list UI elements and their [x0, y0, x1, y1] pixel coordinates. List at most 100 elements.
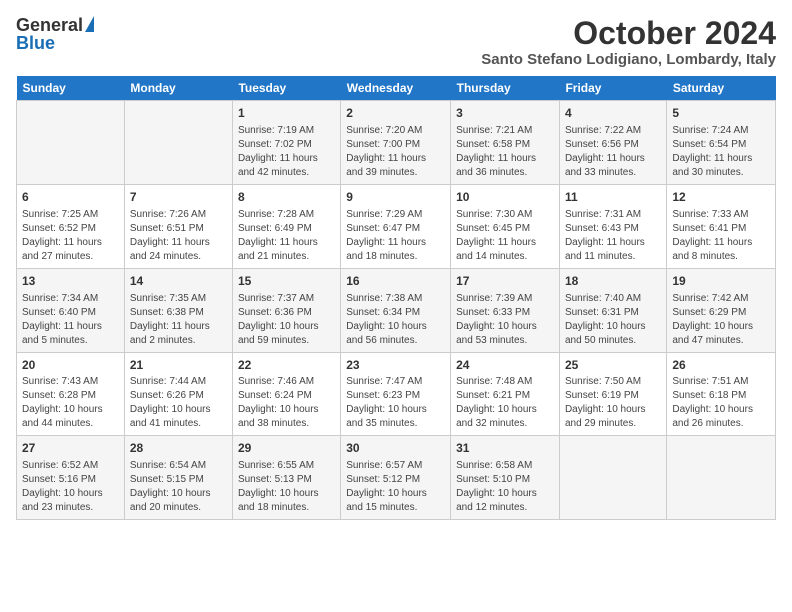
- day-number: 25: [565, 357, 661, 374]
- calendar-cell: 27Sunrise: 6:52 AM Sunset: 5:16 PM Dayli…: [17, 436, 125, 520]
- logo: General Blue: [16, 16, 94, 52]
- day-info: Sunrise: 7:19 AM Sunset: 7:02 PM Dayligh…: [238, 124, 335, 180]
- title-block: October 2024 Santo Stefano Lodigiano, Lo…: [481, 16, 776, 68]
- day-number: 30: [346, 440, 445, 457]
- day-info: Sunrise: 7:28 AM Sunset: 6:49 PM Dayligh…: [238, 208, 335, 264]
- day-info: Sunrise: 7:39 AM Sunset: 6:33 PM Dayligh…: [456, 292, 554, 348]
- day-number: 23: [346, 357, 445, 374]
- weekday-header-monday: Monday: [124, 76, 232, 101]
- calendar-cell: 15 Sunrise: 7:37 AM Sunset: 6:36 PM Dayli…: [232, 268, 340, 352]
- day-info: Sunrise: 6:55 AM Sunset: 5:13 PM Dayligh…: [238, 459, 335, 515]
- calendar-cell: [17, 101, 125, 185]
- calendar-cell: 29 Sunrise: 6:55 AM Sunset: 5:13 PM Dayli…: [232, 436, 340, 520]
- calendar-cell: 17 Sunrise: 7:39 AM Sunset: 6:33 PM Dayli…: [451, 268, 560, 352]
- day-info: Sunrise: 7:37 AM Sunset: 6:36 PM Dayligh…: [238, 292, 335, 348]
- day-number: 28: [130, 440, 227, 457]
- calendar-cell: 13 Sunrise: 7:34 AM Sunset: 6:40 PM Dayli…: [17, 268, 125, 352]
- day-info: Sunrise: 7:40 AM Sunset: 6:31 PM Dayligh…: [565, 292, 661, 348]
- calendar-cell: 20Sunrise: 7:43 AM Sunset: 6:28 PM Dayli…: [17, 352, 125, 436]
- day-number: 4: [565, 105, 661, 122]
- day-number: 7: [130, 189, 227, 206]
- day-number: 9: [346, 189, 445, 206]
- day-info: Sunrise: 7:21 AM Sunset: 6:58 PM Dayligh…: [456, 124, 554, 180]
- day-info: Sunrise: 7:38 AM Sunset: 6:34 PM Dayligh…: [346, 292, 445, 348]
- day-info: Sunrise: 7:26 AM Sunset: 6:51 PM Dayligh…: [130, 208, 227, 264]
- calendar-body: 1 Sunrise: 7:19 AM Sunset: 7:02 PM Daylig…: [17, 101, 776, 520]
- day-info: Sunrise: 7:34 AM Sunset: 6:40 PM Dayligh…: [22, 292, 119, 348]
- calendar-week-row: 27Sunrise: 6:52 AM Sunset: 5:16 PM Dayli…: [17, 436, 776, 520]
- day-info: Sunrise: 7:50 AM Sunset: 6:19 PM Dayligh…: [565, 375, 661, 431]
- calendar-cell: 21Sunrise: 7:44 AM Sunset: 6:26 PM Dayli…: [124, 352, 232, 436]
- calendar-cell: 24Sunrise: 7:48 AM Sunset: 6:21 PM Dayli…: [451, 352, 560, 436]
- day-info: Sunrise: 7:42 AM Sunset: 6:29 PM Dayligh…: [672, 292, 770, 348]
- weekday-header-thursday: Thursday: [451, 76, 560, 101]
- day-info: Sunrise: 7:24 AM Sunset: 6:54 PM Dayligh…: [672, 124, 770, 180]
- calendar-week-row: 13 Sunrise: 7:34 AM Sunset: 6:40 PM Dayli…: [17, 268, 776, 352]
- day-info: Sunrise: 7:22 AM Sunset: 6:56 PM Dayligh…: [565, 124, 661, 180]
- calendar-cell: [559, 436, 666, 520]
- day-number: 5: [672, 105, 770, 122]
- day-number: 27: [22, 440, 119, 457]
- day-number: 11: [565, 189, 661, 206]
- day-info: Sunrise: 7:20 AM Sunset: 7:00 PM Dayligh…: [346, 124, 445, 180]
- day-number: 16: [346, 273, 445, 290]
- day-number: 21: [130, 357, 227, 374]
- calendar-cell: 18 Sunrise: 7:40 AM Sunset: 6:31 PM Dayli…: [559, 268, 666, 352]
- day-number: 15: [238, 273, 335, 290]
- calendar-cell: 12 Sunrise: 7:33 AM Sunset: 6:41 PM Dayli…: [667, 184, 776, 268]
- calendar-week-row: 20Sunrise: 7:43 AM Sunset: 6:28 PM Dayli…: [17, 352, 776, 436]
- calendar-cell: 30 Sunrise: 6:57 AM Sunset: 5:12 PM Dayli…: [341, 436, 451, 520]
- weekday-header-row: SundayMondayTuesdayWednesdayThursdayFrid…: [17, 76, 776, 101]
- day-info: Sunrise: 7:33 AM Sunset: 6:41 PM Dayligh…: [672, 208, 770, 264]
- day-number: 13: [22, 273, 119, 290]
- day-number: 18: [565, 273, 661, 290]
- day-number: 12: [672, 189, 770, 206]
- day-info: Sunrise: 7:25 AM Sunset: 6:52 PM Dayligh…: [22, 208, 119, 264]
- calendar-cell: 7 Sunrise: 7:26 AM Sunset: 6:51 PM Daylig…: [124, 184, 232, 268]
- weekday-header-wednesday: Wednesday: [341, 76, 451, 101]
- calendar-cell: 14Sunrise: 7:35 AM Sunset: 6:38 PM Dayli…: [124, 268, 232, 352]
- day-number: 24: [456, 357, 554, 374]
- calendar-cell: 19 Sunrise: 7:42 AM Sunset: 6:29 PM Dayli…: [667, 268, 776, 352]
- calendar-week-row: 6 Sunrise: 7:25 AM Sunset: 6:52 PM Daylig…: [17, 184, 776, 268]
- weekday-header-tuesday: Tuesday: [232, 76, 340, 101]
- day-info: Sunrise: 7:48 AM Sunset: 6:21 PM Dayligh…: [456, 375, 554, 431]
- calendar-cell: 10Sunrise: 7:30 AM Sunset: 6:45 PM Dayli…: [451, 184, 560, 268]
- day-number: 1: [238, 105, 335, 122]
- calendar-cell: 9 Sunrise: 7:29 AM Sunset: 6:47 PM Daylig…: [341, 184, 451, 268]
- logo-blue-text: Blue: [16, 34, 55, 52]
- day-info: Sunrise: 7:46 AM Sunset: 6:24 PM Dayligh…: [238, 375, 335, 431]
- day-info: Sunrise: 6:58 AM Sunset: 5:10 PM Dayligh…: [456, 459, 554, 515]
- day-info: Sunrise: 6:54 AM Sunset: 5:15 PM Dayligh…: [130, 459, 227, 515]
- day-info: Sunrise: 7:47 AM Sunset: 6:23 PM Dayligh…: [346, 375, 445, 431]
- calendar-cell: 26Sunrise: 7:51 AM Sunset: 6:18 PM Dayli…: [667, 352, 776, 436]
- day-number: 26: [672, 357, 770, 374]
- day-info: Sunrise: 6:57 AM Sunset: 5:12 PM Dayligh…: [346, 459, 445, 515]
- day-number: 10: [456, 189, 554, 206]
- calendar-cell: 6 Sunrise: 7:25 AM Sunset: 6:52 PM Daylig…: [17, 184, 125, 268]
- weekday-header-sunday: Sunday: [17, 76, 125, 101]
- day-info: Sunrise: 7:31 AM Sunset: 6:43 PM Dayligh…: [565, 208, 661, 264]
- weekday-header-saturday: Saturday: [667, 76, 776, 101]
- calendar-cell: 31Sunrise: 6:58 AM Sunset: 5:10 PM Dayli…: [451, 436, 560, 520]
- calendar-cell: 11 Sunrise: 7:31 AM Sunset: 6:43 PM Dayli…: [559, 184, 666, 268]
- calendar-cell: 3Sunrise: 7:21 AM Sunset: 6:58 PM Daylig…: [451, 101, 560, 185]
- day-info: Sunrise: 7:51 AM Sunset: 6:18 PM Dayligh…: [672, 375, 770, 431]
- day-info: Sunrise: 7:44 AM Sunset: 6:26 PM Dayligh…: [130, 375, 227, 431]
- day-number: 6: [22, 189, 119, 206]
- page-header: General Blue October 2024 Santo Stefano …: [16, 16, 776, 68]
- calendar-header: SundayMondayTuesdayWednesdayThursdayFrid…: [17, 76, 776, 101]
- logo-general-text: General: [16, 16, 83, 34]
- day-info: Sunrise: 7:29 AM Sunset: 6:47 PM Dayligh…: [346, 208, 445, 264]
- calendar-cell: 8 Sunrise: 7:28 AM Sunset: 6:49 PM Daylig…: [232, 184, 340, 268]
- day-number: 29: [238, 440, 335, 457]
- calendar-cell: 28 Sunrise: 6:54 AM Sunset: 5:15 PM Dayli…: [124, 436, 232, 520]
- calendar-cell: 16 Sunrise: 7:38 AM Sunset: 6:34 PM Dayli…: [341, 268, 451, 352]
- calendar-table: SundayMondayTuesdayWednesdayThursdayFrid…: [16, 76, 776, 520]
- day-number: 19: [672, 273, 770, 290]
- logo-triangle-icon: [85, 16, 94, 32]
- calendar-cell: 23Sunrise: 7:47 AM Sunset: 6:23 PM Dayli…: [341, 352, 451, 436]
- calendar-week-row: 1 Sunrise: 7:19 AM Sunset: 7:02 PM Daylig…: [17, 101, 776, 185]
- day-number: 8: [238, 189, 335, 206]
- day-number: 17: [456, 273, 554, 290]
